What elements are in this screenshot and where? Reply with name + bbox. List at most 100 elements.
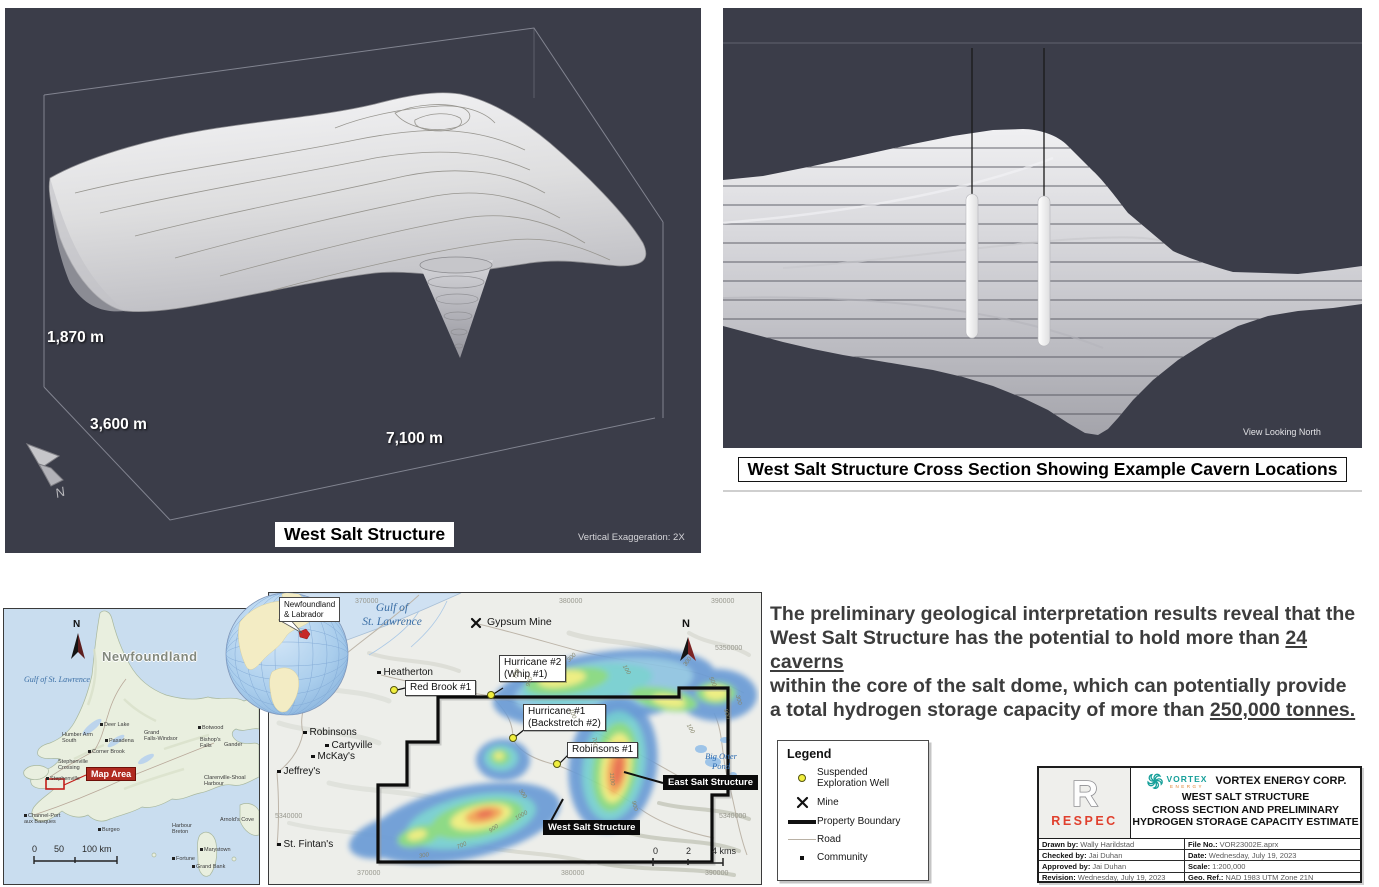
community-label: Robinsons xyxy=(303,727,357,738)
field-label: Approved by: xyxy=(1042,862,1090,871)
field-value: Wally Harildstad xyxy=(1080,840,1134,849)
field-value: VOR23002E.aprx xyxy=(1220,840,1279,849)
community-name: St. Fintan's xyxy=(284,839,334,850)
community-name: Heatherton xyxy=(384,667,433,678)
well-marker xyxy=(390,686,398,694)
town-name: Grand Falls-Windsor xyxy=(144,730,178,742)
legend-item-label: Community xyxy=(817,852,868,863)
grid-coordinate: 5340000 xyxy=(719,813,746,820)
town-label: Gander xyxy=(224,743,242,749)
community-label: St. Fintan's xyxy=(277,839,333,850)
well-marker xyxy=(509,734,517,742)
scale-label: 50 xyxy=(54,844,64,854)
town-label: Harbour Breton xyxy=(172,824,192,835)
map-legend: Legend Suspended Exploration WellMinePro… xyxy=(777,740,929,881)
scale-label: 0 xyxy=(653,846,658,856)
field-value: Jai Duhan xyxy=(1089,851,1123,860)
mine-label: Gypsum Mine xyxy=(487,616,552,628)
gulf-label-inset: Gulf of St. Lawrence xyxy=(24,675,90,684)
title-block-cell: Revision:Wednesday, July 19, 2023 xyxy=(1039,873,1185,883)
town-dot xyxy=(46,777,49,780)
field-value: NAD 1983 UTM Zone 21N xyxy=(1225,873,1313,882)
respec-logo: R RESPEC xyxy=(1039,768,1131,838)
legend-item: Road xyxy=(787,834,919,845)
town-label: Clarenville-Shoal Harbour xyxy=(204,776,246,787)
town-dot xyxy=(105,739,108,742)
field-label: Drawn by: xyxy=(1042,840,1078,849)
title-block-cell: File No.:VOR23002E.aprx xyxy=(1185,839,1360,849)
legend-item: Suspended Exploration Well xyxy=(787,767,919,789)
field-label: Scale: xyxy=(1188,862,1210,871)
field-value: Wednesday, July 19, 2023 xyxy=(1078,873,1166,882)
community-label: Cartyville xyxy=(325,740,373,751)
figure-sheet: N 1,870 m 3,600 m 7,100 m West Salt Stru… xyxy=(0,0,1379,887)
community-dot xyxy=(325,744,329,748)
cross-section-caption: West Salt Structure Cross Section Showin… xyxy=(738,457,1348,482)
grid-coordinate: 380000 xyxy=(561,870,584,877)
mine-icon xyxy=(787,796,817,809)
well-marker xyxy=(553,760,561,768)
cross-section-panel xyxy=(723,8,1362,448)
community-dot xyxy=(377,671,381,675)
pond-label: Big Otter Pond xyxy=(697,751,745,771)
drawing-title-line: WEST SALT STRUCTURE xyxy=(1182,791,1310,804)
north-label-main: N xyxy=(682,618,690,630)
globe-callout: Newfoundland & Labrador xyxy=(279,597,340,622)
town-name: Stephenville Crossing xyxy=(58,759,88,771)
scale-label: 100 km xyxy=(82,844,112,854)
community-label: Heatherton xyxy=(377,667,433,678)
gulf-label-main: Gulf of St. Lawrence xyxy=(347,601,437,629)
well-label: Hurricane #1 (Backstretch #2) xyxy=(523,704,606,731)
vortex-swirl-icon xyxy=(1145,771,1165,791)
town-label: Grand Bank xyxy=(192,865,225,871)
town-label: Humber Arm South xyxy=(62,733,93,744)
town-dot xyxy=(192,865,195,868)
surface-3d-panel: N xyxy=(5,8,701,553)
drawing-title-block: R RESPEC VORTE xyxy=(1037,766,1362,883)
cross-section-caption-bar: West Salt Structure Cross Section Showin… xyxy=(723,448,1362,492)
legend-item-label: Mine xyxy=(817,797,839,808)
town-label: Pasadena xyxy=(105,739,134,745)
title-block-cell: Drawn by:Wally Harildstad xyxy=(1039,839,1185,849)
town-name: Grand Bank xyxy=(196,864,225,870)
community-name: Robinsons xyxy=(310,727,357,738)
surface-3d-render: N xyxy=(5,8,701,553)
town-name: Corner Brook xyxy=(92,749,125,755)
axis-depth-label: 3,600 m xyxy=(90,416,147,434)
summary-text: within the core of the salt dome, which … xyxy=(770,675,1346,697)
salt-anomaly-mid xyxy=(476,739,530,781)
field-label: Geo. Ref.: xyxy=(1188,873,1223,882)
road-swatch xyxy=(788,839,816,841)
field-label: Date: xyxy=(1188,851,1207,860)
view-direction-note: View Looking North xyxy=(1243,427,1321,437)
town-name: Gander xyxy=(224,742,242,748)
town-label: Burgeo xyxy=(98,828,120,834)
community-name: McKay's xyxy=(318,751,355,762)
title-block-row: Revision:Wednesday, July 19, 2023Geo. Re… xyxy=(1039,872,1360,883)
town-dot xyxy=(24,814,27,817)
cross-section-render xyxy=(723,8,1362,448)
town-label: Fortune xyxy=(172,857,195,863)
scale-label: 4 kms xyxy=(712,846,736,856)
well-marker xyxy=(487,691,495,699)
town-label: Bishop's Falls xyxy=(200,738,221,749)
vortex-wordmark: VORTEX xyxy=(1167,774,1208,784)
summary-line: within the core of the salt dome, which … xyxy=(770,674,1379,698)
company-name: VORTEX ENERGY CORP. xyxy=(1215,775,1346,787)
town-dot xyxy=(100,723,103,726)
summary-text: a total hydrogen storage capacity of mor… xyxy=(770,699,1210,721)
town-dot xyxy=(172,857,175,860)
well-icon xyxy=(787,774,817,782)
north-label-inset: N xyxy=(73,619,80,630)
legend-item-label: Road xyxy=(817,834,841,845)
title-block-cell: Geo. Ref.:NAD 1983 UTM Zone 21N xyxy=(1185,873,1360,883)
summary-text: The preliminary geological interpretatio… xyxy=(770,603,1355,625)
vortex-energy-sub: ENERGY xyxy=(1170,784,1204,789)
town-name: Harbour Breton xyxy=(172,823,192,835)
town-name: Fortune xyxy=(176,856,195,862)
field-label: Revision: xyxy=(1042,873,1076,882)
grid-coordinate: 380000 xyxy=(559,598,582,605)
community-dot xyxy=(277,843,281,847)
map-area-badge: Map Area xyxy=(86,767,136,781)
road-icon xyxy=(787,839,817,841)
